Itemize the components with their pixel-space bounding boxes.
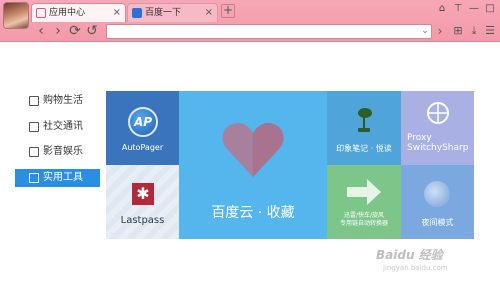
- proxy-globe-icon: [427, 102, 449, 124]
- back-button[interactable]: ‹: [34, 23, 48, 39]
- chat-icon: [29, 122, 39, 132]
- address-bar[interactable]: [106, 24, 432, 39]
- category-label: 社交通讯: [43, 121, 83, 132]
- download-icon[interactable]: ⤓: [468, 24, 480, 38]
- app-label: AutoPager: [121, 143, 164, 152]
- tab-baidu[interactable]: 百度一下 ×: [127, 3, 218, 22]
- maximize-icon[interactable]: □: [484, 3, 496, 14]
- app-center-icon: [36, 8, 46, 18]
- forward-button[interactable]: ›: [51, 23, 65, 39]
- cart-icon: [29, 96, 39, 106]
- tab-label: 百度一下: [145, 8, 182, 18]
- app-tile-autopager[interactable]: AP AutoPager: [106, 91, 179, 165]
- app-label: Lastpass: [120, 215, 165, 226]
- tab-app-center[interactable]: 应用中心 ×: [31, 3, 126, 22]
- app-tile-evernote[interactable]: 印象笔记 · 悦读: [327, 91, 401, 165]
- baidu-paw-icon: [132, 8, 142, 18]
- refresh-button[interactable]: ⟳: [68, 23, 82, 39]
- app-tile-proxy-switchysharp[interactable]: Proxy SwitchySharp: [401, 91, 474, 165]
- app-label: 印象笔记 · 悦读: [336, 144, 392, 153]
- category-entertainment[interactable]: 影音娱乐: [15, 143, 100, 161]
- app-label: Proxy SwitchySharp: [407, 133, 468, 153]
- new-tab-button[interactable]: +: [221, 4, 235, 18]
- baidu-jingyan-watermark: Baidu 经验: [376, 248, 443, 262]
- app-tile-baidu-cloud[interactable]: 百度云 · 收藏: [179, 91, 327, 239]
- close-icon[interactable]: ×: [205, 4, 213, 22]
- lastpass-logo-icon: ✱: [132, 183, 154, 205]
- app-tile-lastpass[interactable]: ✱ Lastpass: [106, 165, 179, 239]
- app-label: 夜间模式: [421, 218, 454, 227]
- category-tools[interactable]: 实用工具: [15, 169, 100, 187]
- app-tile-night-mode[interactable]: 夜间模式: [401, 165, 474, 239]
- navigation-bar: ‹ › ⟳ ↺ ⌄ › ⊞ ⤓ ☰: [0, 21, 500, 42]
- category-label: 影音娱乐: [43, 146, 83, 157]
- minimize-icon[interactable]: —: [468, 3, 480, 14]
- heart-icon: [222, 123, 284, 177]
- shirt-skin-icon[interactable]: ⊤: [452, 3, 464, 14]
- moon-icon: [424, 181, 450, 207]
- chevron-down-icon[interactable]: ⌄: [418, 24, 432, 39]
- screenshot-icon[interactable]: ⊞: [452, 24, 464, 38]
- app-label-line2: 专用链自动转换器: [339, 220, 388, 227]
- app-tile-link-converter[interactable]: 迅雷/快车/旋风 专用链自动转换器: [327, 165, 401, 239]
- lamp-icon: [358, 108, 372, 132]
- toolbox-icon: [29, 173, 39, 183]
- app-label-line1: 迅雷/快车/旋风: [343, 212, 385, 219]
- category-shopping[interactable]: 购物生活: [15, 92, 100, 110]
- arrow-right-icon: [347, 179, 381, 205]
- go-button[interactable]: ›: [434, 24, 446, 39]
- app-label-line1: Proxy: [407, 133, 432, 143]
- app-label: 迅雷/快车/旋风 专用链自动转换器: [327, 212, 401, 228]
- undo-close-button[interactable]: ↺: [85, 23, 99, 39]
- watermark-url: jingyan.baidu.com: [383, 264, 448, 272]
- category-label: 购物生活: [43, 95, 83, 106]
- tab-label: 应用中心: [49, 8, 86, 18]
- home-icon[interactable]: ⌂: [436, 3, 448, 14]
- autopager-logo-icon: AP: [128, 107, 158, 137]
- close-icon[interactable]: ×: [113, 4, 121, 22]
- category-label: 实用工具: [43, 172, 83, 183]
- menu-icon[interactable]: ☰: [484, 24, 496, 38]
- app-grid: AP AutoPager ✱ Lastpass 百度云 · 收藏 印象笔记 · …: [106, 91, 474, 239]
- app-label: 百度云 · 收藏: [211, 205, 295, 221]
- browser-chrome: 应用中心 × 百度一下 × + ⌂ ⊤ — □ ‹ › ⟳ ↺ ⌄ › ⊞ ⤓ …: [0, 0, 500, 42]
- play-icon: [29, 147, 39, 157]
- app-label-line2: SwitchySharp: [407, 143, 469, 153]
- category-social[interactable]: 社交通讯: [15, 118, 100, 136]
